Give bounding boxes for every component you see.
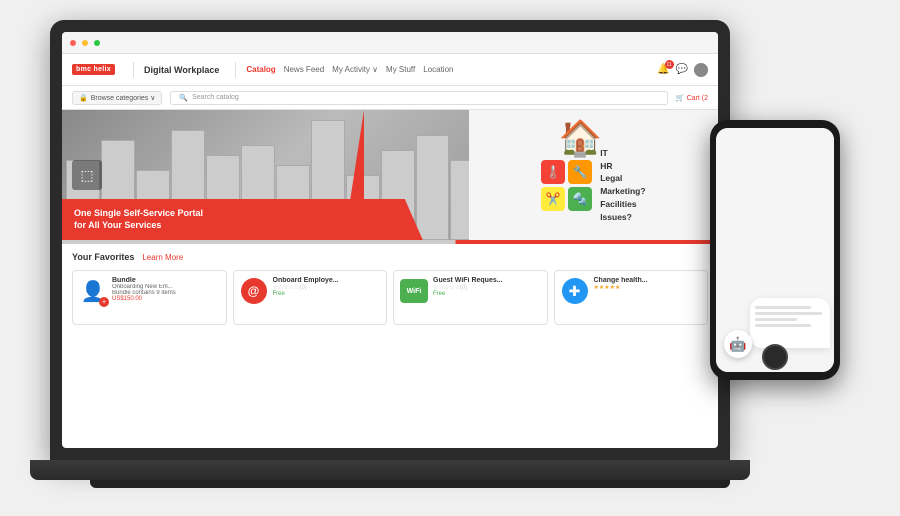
- nav-my-activity[interactable]: My Activity ∨: [332, 65, 378, 74]
- onboard-icon: @: [240, 277, 268, 305]
- robot-icon: 🤖: [729, 336, 746, 353]
- service-icon-wrench: 🔧: [568, 160, 592, 184]
- nav-my-stuff[interactable]: My Stuff: [386, 65, 415, 74]
- chatbot-avatar[interactable]: 🤖: [724, 330, 752, 358]
- nav-separator: [133, 62, 134, 78]
- favorites-header: Your Favorites Learn More: [72, 252, 708, 262]
- cart-icon: 🛒: [676, 95, 685, 102]
- hero-right-text: ITHRLegalMarketing?FacilitiesIssues?: [600, 147, 645, 224]
- chat-line: [755, 312, 822, 315]
- hero-banner: ⬚ One Single Self-Service Portalfor All …: [62, 110, 718, 240]
- service-icon-scissors: ✂️: [541, 187, 565, 211]
- onboard-price: Free: [273, 291, 381, 297]
- notification-badge: 11: [665, 60, 674, 69]
- search-icon: 🔍: [179, 94, 188, 102]
- app-title: Digital Workplace: [144, 65, 219, 75]
- phone-content: 🤖: [716, 128, 834, 372]
- close-dot[interactable]: [70, 40, 76, 46]
- laptop: bmc helix Digital Workplace Catalog News…: [50, 20, 730, 500]
- chatbot-bubble: [750, 298, 830, 348]
- health-stars: ★★★★★: [594, 284, 702, 291]
- navbar: bmc helix Digital Workplace Catalog News…: [62, 54, 718, 86]
- fav-card-health[interactable]: ✚ Change health... ★★★★★: [554, 270, 709, 325]
- phone-home-button[interactable]: [762, 344, 788, 370]
- laptop-foot: [90, 480, 730, 488]
- chat-lines: [755, 306, 825, 327]
- minimize-dot[interactable]: [82, 40, 88, 46]
- laptop-screen: bmc helix Digital Workplace Catalog News…: [62, 32, 718, 448]
- phone-screen: 🤖: [716, 128, 834, 372]
- nav-catalog[interactable]: Catalog: [246, 65, 275, 74]
- nav-news-feed[interactable]: News Feed: [284, 65, 324, 74]
- cart-area[interactable]: 🛒 Cart (2: [676, 94, 708, 102]
- laptop-base: [30, 460, 750, 480]
- bmc-helix-logo: bmc helix: [72, 64, 115, 75]
- learn-more-link[interactable]: Learn More: [142, 253, 183, 262]
- cart-label: Cart (2: [687, 95, 708, 102]
- service-icon-tool: 🔩: [568, 187, 592, 211]
- chat-line: [755, 318, 797, 321]
- bundle-price: US$150.00: [112, 296, 220, 302]
- chat-line: [755, 324, 811, 327]
- lock-icon: 🔒: [79, 94, 88, 102]
- wifi-icon: WiFi: [400, 277, 428, 305]
- health-info: Change health... ★★★★★: [594, 277, 702, 291]
- wifi-stars: ☆☆☆☆☆(0): [433, 284, 541, 291]
- hero-text-area: One Single Self-Service Portalfor All Yo…: [62, 199, 423, 240]
- fav-card-onboard[interactable]: @ Onboard Employe... ☆☆☆☆☆(0) Free: [233, 270, 388, 325]
- fav-card-wifi[interactable]: WiFi Guest WiFi Reques... ☆☆☆☆☆(0) Free: [393, 270, 548, 325]
- browser-topbar: [62, 32, 718, 54]
- search-input[interactable]: 🔍 Search catalog: [170, 91, 668, 105]
- wifi-title: Guest WiFi Reques...: [433, 277, 541, 284]
- chat-line: [755, 306, 811, 309]
- nav-icons: 🔔 11 💬: [657, 63, 708, 77]
- messages-icon[interactable]: 💬: [676, 64, 688, 75]
- favorites-section: Your Favorites Learn More 👤 + Bundle: [62, 244, 718, 333]
- nav-separator-2: [235, 62, 236, 78]
- onboard-info: Onboard Employe... ☆☆☆☆☆(0) Free: [273, 277, 381, 297]
- search-bar: 🔒 Browse categories ∨ 🔍 Search catalog 🛒…: [62, 86, 718, 110]
- browse-categories-button[interactable]: 🔒 Browse categories ∨: [72, 91, 162, 105]
- service-icons-grid: 🌡️ 🔧 ✂️ 🔩: [541, 160, 592, 211]
- logo-area: bmc helix: [72, 64, 115, 75]
- user-avatar[interactable]: [694, 63, 708, 77]
- favorites-cards: 👤 + Bundle Onboarding New Em... Bundle c…: [72, 270, 708, 325]
- bundle-info: Bundle Onboarding New Em... Bundle conta…: [112, 277, 220, 302]
- browse-label: Browse categories ∨: [91, 94, 156, 102]
- onboard-title: Onboard Employe...: [273, 277, 381, 284]
- phone: 🤖: [710, 120, 840, 380]
- hero-arrow: [344, 110, 364, 240]
- onboard-stars: ☆☆☆☆☆(0): [273, 284, 381, 291]
- fav-card-bundle[interactable]: 👤 + Bundle Onboarding New Em... Bundle c…: [72, 270, 227, 325]
- search-placeholder: Search catalog: [192, 94, 239, 101]
- building: [416, 135, 450, 240]
- health-icon: ✚: [561, 277, 589, 305]
- nav-location[interactable]: Location: [423, 65, 453, 74]
- scene: bmc helix Digital Workplace Catalog News…: [0, 0, 900, 516]
- health-title: Change health...: [594, 277, 702, 284]
- exit-icon: ⬚: [80, 167, 93, 184]
- notifications-icon[interactable]: 🔔 11: [657, 64, 669, 75]
- maximize-dot[interactable]: [94, 40, 100, 46]
- bundle-title: Bundle: [112, 277, 220, 284]
- laptop-outer: bmc helix Digital Workplace Catalog News…: [50, 20, 730, 460]
- favorites-title: Your Favorites: [72, 252, 134, 262]
- service-icon-thermometer: 🌡️: [541, 160, 565, 184]
- hero-right-panel: 🏠 🌡️ 🔧 ✂️ 🔩 ITHRLegalMarketing?Facilitie…: [469, 110, 718, 240]
- wifi-price: Free: [433, 291, 541, 297]
- house-icon: 🏠: [558, 118, 602, 159]
- bundle-icon: 👤 +: [79, 277, 107, 305]
- wifi-info: Guest WiFi Reques... ☆☆☆☆☆(0) Free: [433, 277, 541, 297]
- hero-left-icon: ⬚: [72, 160, 102, 190]
